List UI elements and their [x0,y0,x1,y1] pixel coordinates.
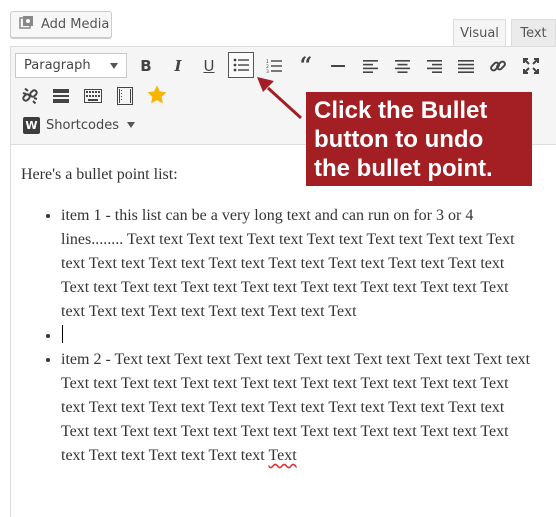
media-icon [19,15,35,35]
align-left-icon [362,59,378,73]
underline-icon: U [203,57,215,75]
bullet-list: item 1 - this list can be a very long te… [21,204,531,468]
italic-icon: I [174,57,182,75]
tab-text[interactable]: Text [511,19,556,47]
keyboard-icon [84,89,102,103]
numbered-list-button[interactable]: 123 [261,53,287,79]
chevron-down-icon [110,63,118,69]
underline-button[interactable]: U [196,53,222,79]
shortcodes-dropdown[interactable]: W Shortcodes [23,115,136,135]
bold-icon: B [140,57,152,75]
tab-visual[interactable]: Visual [453,19,506,47]
fullscreen-icon [523,58,539,74]
bulleted-list-icon [233,58,249,72]
align-left-button[interactable] [357,53,383,79]
justify-button[interactable] [453,53,479,79]
read-more-icon [53,89,69,103]
align-right-icon [426,59,442,73]
svg-text:3: 3 [266,69,269,73]
list-item-empty [61,324,531,348]
toolbar-toggle-icon [117,87,133,105]
star-icon [146,84,168,106]
chevron-down-icon [127,122,136,128]
horizontal-line-icon [331,64,345,68]
align-center-icon [394,59,410,73]
unlink-button[interactable] [17,83,43,109]
toolbar-toggle-button[interactable] [112,83,138,109]
blockquote-icon: “ [299,53,313,79]
link-button[interactable] [485,53,511,79]
unlink-icon [21,87,39,105]
italic-button[interactable]: I [165,53,191,79]
add-media-label: Add Media [41,17,110,32]
numbered-list-icon: 123 [266,59,282,73]
align-center-button[interactable] [389,53,415,79]
bold-button[interactable]: B [133,53,159,79]
read-more-button[interactable] [48,83,74,109]
format-select[interactable]: Paragraph [15,53,127,78]
list-item: item 1 - this list can be a very long te… [61,204,531,324]
align-right-button[interactable] [421,53,447,79]
horizontal-line-button[interactable] [325,53,351,79]
list-item: item 2 - Text text Text text Text text T… [61,348,531,468]
bulleted-list-button[interactable] [228,52,254,78]
star-button[interactable] [144,82,170,108]
justify-icon [458,59,474,73]
annotation-callout: Click the Bullet button to undo the bull… [306,92,532,186]
link-icon [489,57,507,75]
text-cursor [62,325,63,343]
blockquote-button[interactable]: “ [293,53,319,79]
editor-content[interactable]: Here's a bullet point list: item 1 - thi… [21,163,531,468]
fullscreen-button[interactable] [518,53,544,79]
shortcodes-label: Shortcodes [46,117,120,133]
special-characters-button[interactable] [80,83,106,109]
w-logo-icon: W [23,116,40,134]
misspelled-word: Text [268,447,297,464]
add-media-button[interactable]: Add Media [10,11,112,38]
format-select-value: Paragraph [24,58,91,73]
